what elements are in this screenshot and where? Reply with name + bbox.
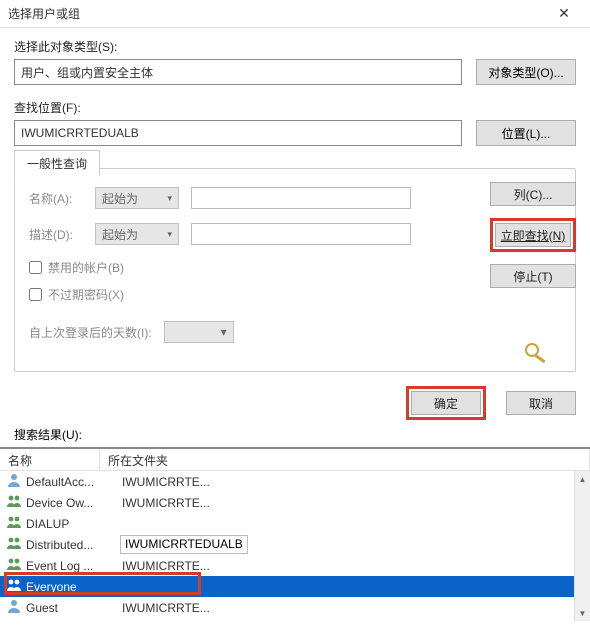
- results-label: 搜索结果(U):: [0, 426, 590, 447]
- name-input[interactable]: [191, 187, 411, 209]
- disabled-accounts-label: 禁用的帐户(B): [48, 259, 124, 276]
- row-folder: IWUMICRRTE...: [120, 559, 210, 573]
- user-icon: [6, 472, 22, 491]
- group-icon: [6, 556, 22, 575]
- tab-general-query[interactable]: 一般性查询: [14, 150, 100, 177]
- name-label: 名称(A):: [29, 190, 83, 207]
- object-type-label: 选择此对象类型(S):: [14, 38, 576, 55]
- scroll-up-icon[interactable]: ▲: [575, 471, 590, 487]
- days-since-login-label: 自上次登录后的天数(I):: [29, 324, 152, 341]
- scrollbar-vertical[interactable]: ▲ ▼: [574, 471, 590, 621]
- table-row[interactable]: Distributed... IWUMICRRTEDUALB: [0, 534, 590, 555]
- name-mode-combo[interactable]: 起始为 ▾: [95, 187, 179, 209]
- group-icon: [6, 535, 22, 554]
- location-input[interactable]: [14, 120, 462, 146]
- chevron-down-icon: ▾: [167, 193, 172, 204]
- row-name: DefaultAcc...: [26, 475, 116, 489]
- row-name: Distributed...: [26, 538, 116, 552]
- columns-button[interactable]: 列(C)...: [490, 182, 576, 206]
- table-row[interactable]: DIALUP: [0, 513, 590, 534]
- locations-button[interactable]: 位置(L)...: [476, 120, 576, 146]
- stop-button[interactable]: 停止(T): [490, 264, 576, 288]
- desc-input[interactable]: [191, 223, 411, 245]
- group-icon: [6, 493, 22, 512]
- results-panel: 名称 所在文件夹 DefaultAcc...IWUMICRRTE...Devic…: [0, 447, 590, 621]
- row-name: Everyone: [26, 580, 116, 594]
- row-name: Device Ow...: [26, 496, 116, 510]
- disabled-accounts-checkbox[interactable]: [29, 261, 42, 274]
- find-now-button[interactable]: 立即查找(N): [495, 223, 571, 247]
- table-row[interactable]: Device Ow... IWUMICRRTE...: [0, 492, 590, 513]
- col-header-name[interactable]: 名称: [0, 449, 100, 470]
- object-type-input[interactable]: [14, 59, 462, 85]
- row-folder: IWUMICRRTE...: [120, 475, 210, 489]
- col-header-folder[interactable]: 所在文件夹: [100, 449, 590, 470]
- row-folder: IWUMICRRTEDUALB: [120, 535, 248, 554]
- table-row[interactable]: Everyone: [0, 576, 590, 597]
- ok-button[interactable]: 确定: [411, 391, 481, 415]
- row-name: DIALUP: [26, 517, 116, 531]
- ok-highlight: 确定: [406, 386, 486, 420]
- search-icon: [522, 341, 552, 366]
- row-folder: IWUMICRRTE...: [120, 496, 210, 510]
- object-types-button[interactable]: 对象类型(O)...: [476, 59, 576, 85]
- scroll-down-icon[interactable]: ▼: [575, 605, 590, 621]
- results-body: DefaultAcc... IWUMICRRTE... Device Ow... IW…: [0, 471, 590, 621]
- user-icon: [6, 598, 22, 617]
- row-name: Guest: [26, 601, 116, 615]
- table-row[interactable]: DefaultAcc... IWUMICRRTE...: [0, 471, 590, 492]
- table-row[interactable]: Event Log ... IWUMICRRTE...: [0, 555, 590, 576]
- find-now-highlight: 立即查找(N): [490, 218, 576, 252]
- close-icon[interactable]: ✕: [546, 5, 582, 22]
- cancel-button[interactable]: 取消: [506, 391, 576, 415]
- desc-label: 描述(D):: [29, 226, 83, 243]
- group-icon: [6, 577, 22, 596]
- location-label: 查找位置(F):: [14, 99, 576, 116]
- chevron-down-icon: ▾: [167, 229, 172, 240]
- row-folder: IWUMICRRTE...: [120, 601, 210, 615]
- table-row[interactable]: Guest IWUMICRRTE...: [0, 597, 590, 618]
- window-title: 选择用户或组: [8, 5, 546, 22]
- never-expire-label: 不过期密码(X): [48, 286, 124, 303]
- titlebar: 选择用户或组 ✕: [0, 0, 590, 28]
- chevron-down-icon: ▾: [221, 325, 227, 339]
- never-expire-checkbox[interactable]: [29, 288, 42, 301]
- days-since-login-combo[interactable]: ▾: [164, 321, 234, 343]
- group-icon: [6, 514, 22, 533]
- desc-mode-combo[interactable]: 起始为 ▾: [95, 223, 179, 245]
- row-name: Event Log ...: [26, 559, 116, 573]
